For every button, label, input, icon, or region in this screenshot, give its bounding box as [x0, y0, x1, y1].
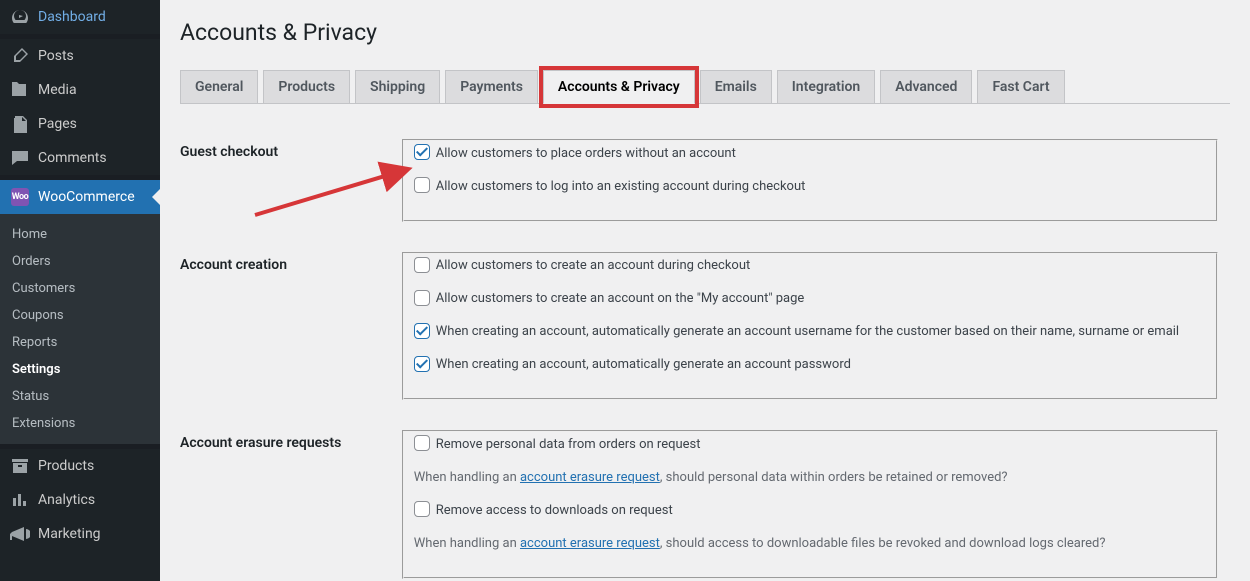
- erasure-opt1[interactable]: Remove personal data from orders on requ…: [414, 437, 1207, 452]
- submenu-item-extensions[interactable]: Extensions: [0, 410, 160, 437]
- tab-integration[interactable]: Integration: [777, 70, 875, 103]
- erasure-link-2[interactable]: account erasure request: [520, 536, 660, 551]
- settings-form: Guest checkout Allow customers to place …: [180, 124, 1230, 581]
- submenu-item-home[interactable]: Home: [0, 221, 160, 248]
- main-content: Accounts & Privacy GeneralProductsShippi…: [160, 0, 1250, 581]
- woo-icon: Woo: [10, 187, 30, 207]
- submenu-item-orders[interactable]: Orders: [0, 248, 160, 275]
- guest-checkout-opt2-label: Allow customers to log into an existing …: [436, 179, 806, 194]
- guest-checkout-opt2[interactable]: Allow customers to log into an existing …: [414, 179, 1207, 194]
- guest-checkout-opt1-checkbox[interactable]: [414, 144, 430, 160]
- tab-products[interactable]: Products: [263, 70, 350, 103]
- account-creation-opt2[interactable]: Allow customers to create an account on …: [414, 291, 1207, 306]
- sidebar-item-dashboard[interactable]: Dashboard: [0, 0, 160, 34]
- bar-icon: [10, 490, 30, 510]
- guest-checkout-opt1-label: Allow customers to place orders without …: [436, 146, 736, 161]
- erasure-desc2: When handling an account erasure request…: [414, 536, 1207, 551]
- admin-sidebar: Dashboard PostsMediaPagesComments WooWooCo…: [0, 0, 160, 581]
- account-creation-opt1[interactable]: Allow customers to create an account dur…: [414, 258, 1207, 273]
- account-creation-opt1-checkbox[interactable]: [414, 257, 430, 273]
- sidebar-item-analytics[interactable]: Analytics: [0, 483, 160, 517]
- submenu-item-reports[interactable]: Reports: [0, 329, 160, 356]
- woocommerce-submenu: HomeOrdersCustomersCouponsReportsSetting…: [0, 214, 160, 444]
- guest-checkout-opt1[interactable]: Allow customers to place orders without …: [414, 146, 1207, 161]
- sidebar-item-posts[interactable]: Posts: [0, 39, 160, 73]
- speed-icon: [10, 7, 30, 27]
- mega-icon: [10, 524, 30, 544]
- tab-emails[interactable]: Emails: [700, 70, 772, 103]
- page-icon: [10, 114, 30, 134]
- tab-accounts-privacy[interactable]: Accounts & Privacy: [543, 70, 695, 104]
- erasure-link-1[interactable]: account erasure request: [520, 470, 660, 485]
- page-title: Accounts & Privacy: [180, 10, 1230, 50]
- tab-shipping[interactable]: Shipping: [355, 70, 440, 103]
- sidebar-item-marketing[interactable]: Marketing: [0, 517, 160, 551]
- erasure-opt1-checkbox[interactable]: [414, 435, 430, 451]
- account-creation-opt4-checkbox[interactable]: [414, 356, 430, 372]
- media-icon: [10, 80, 30, 100]
- account-creation-heading: Account creation: [180, 237, 390, 416]
- erasure-row: Account erasure requests Remove personal…: [180, 415, 1230, 581]
- tab-fast-cart[interactable]: Fast Cart: [977, 70, 1064, 103]
- account-creation-opt3-checkbox[interactable]: [414, 323, 430, 339]
- account-creation-opt3[interactable]: When creating an account, automatically …: [414, 324, 1207, 339]
- chat-icon: [10, 148, 30, 168]
- sidebar-item-comments[interactable]: Comments: [0, 141, 160, 175]
- archive-icon: [10, 456, 30, 476]
- tab-payments[interactable]: Payments: [445, 70, 538, 103]
- pin-icon: [10, 46, 30, 66]
- tab-advanced[interactable]: Advanced: [880, 70, 972, 103]
- erasure-heading: Account erasure requests: [180, 415, 390, 581]
- submenu-item-settings[interactable]: Settings: [0, 356, 160, 383]
- submenu-item-status[interactable]: Status: [0, 383, 160, 410]
- submenu-item-customers[interactable]: Customers: [0, 275, 160, 302]
- sidebar-item-pages[interactable]: Pages: [0, 107, 160, 141]
- guest-checkout-opt2-checkbox[interactable]: [414, 177, 430, 193]
- sidebar-item-woocommerce[interactable]: WooWooCommerce: [0, 180, 160, 214]
- erasure-opt2[interactable]: Remove access to downloads on request: [414, 503, 1207, 518]
- erasure-opt2-checkbox[interactable]: [414, 501, 430, 517]
- guest-checkout-row: Guest checkout Allow customers to place …: [180, 124, 1230, 237]
- account-creation-opt4[interactable]: When creating an account, automatically …: [414, 357, 1207, 372]
- settings-tabs: GeneralProductsShippingPaymentsAccounts …: [180, 70, 1230, 104]
- sidebar-item-products[interactable]: Products: [0, 449, 160, 483]
- erasure-desc1: When handling an account erasure request…: [414, 470, 1207, 485]
- sidebar-item-media[interactable]: Media: [0, 73, 160, 107]
- account-creation-opt2-checkbox[interactable]: [414, 290, 430, 306]
- guest-checkout-heading: Guest checkout: [180, 124, 390, 237]
- account-creation-row: Account creation Allow customers to crea…: [180, 237, 1230, 416]
- submenu-item-coupons[interactable]: Coupons: [0, 302, 160, 329]
- tab-general[interactable]: General: [180, 70, 258, 103]
